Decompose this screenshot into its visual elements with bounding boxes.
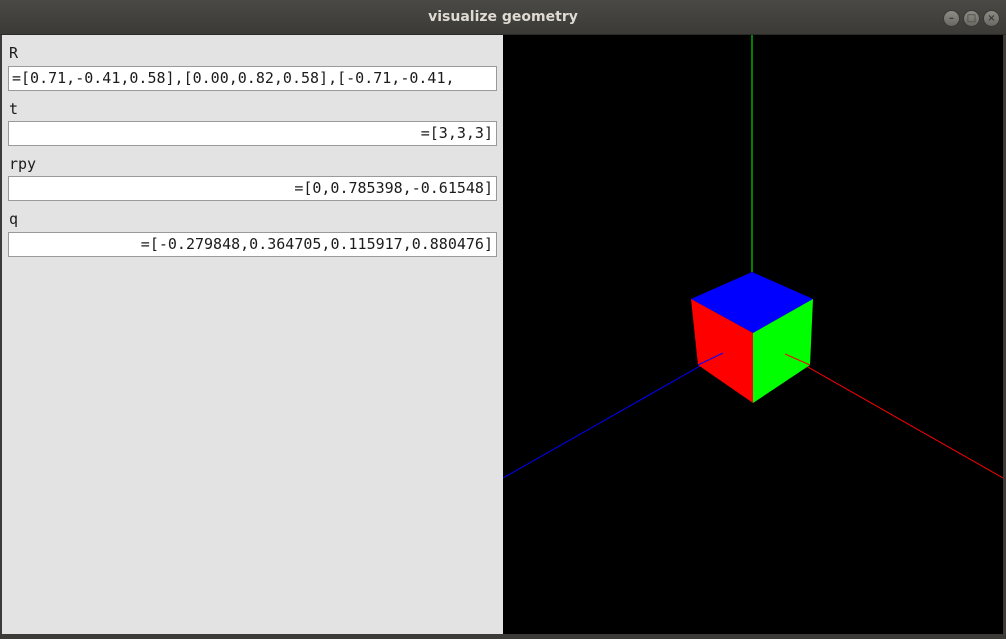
close-icon[interactable]: ×	[983, 10, 1000, 27]
z-axis-line	[502, 352, 724, 479]
window-bottom-border	[0, 634, 1006, 639]
3d-viewport[interactable]	[502, 35, 1004, 634]
parameter-panel: R =[0.71,-0.41,0.58],[0.00,0.82,0.58],[-…	[2, 35, 503, 634]
title-bar[interactable]: visualize geometry – □ ×	[0, 0, 1006, 35]
translation-input[interactable]: =[3,3,3]	[8, 121, 497, 146]
rpy-label: rpy	[9, 155, 37, 173]
minimize-icon[interactable]: –	[943, 10, 960, 27]
quaternion-input[interactable]: =[-0.279848,0.364705,0.115917,0.880476]	[8, 232, 497, 257]
app-window: visualize geometry – □ × R =[0.71,-0.41,…	[0, 0, 1006, 639]
x-axis-line	[784, 353, 1004, 479]
scene-canvas	[502, 35, 1004, 479]
rpy-input[interactable]: =[0,0.785398,-0.61548]	[8, 176, 497, 201]
window-controls: – □ ×	[943, 10, 1000, 27]
quaternion-label: q	[9, 210, 19, 228]
maximize-icon[interactable]: □	[963, 10, 980, 27]
translation-label: t	[9, 100, 19, 118]
window-title: visualize geometry	[428, 9, 578, 25]
rotation-matrix-label: R	[9, 44, 19, 62]
rotation-matrix-input[interactable]: =[0.71,-0.41,0.58],[0.00,0.82,0.58],[-0.…	[8, 66, 497, 91]
